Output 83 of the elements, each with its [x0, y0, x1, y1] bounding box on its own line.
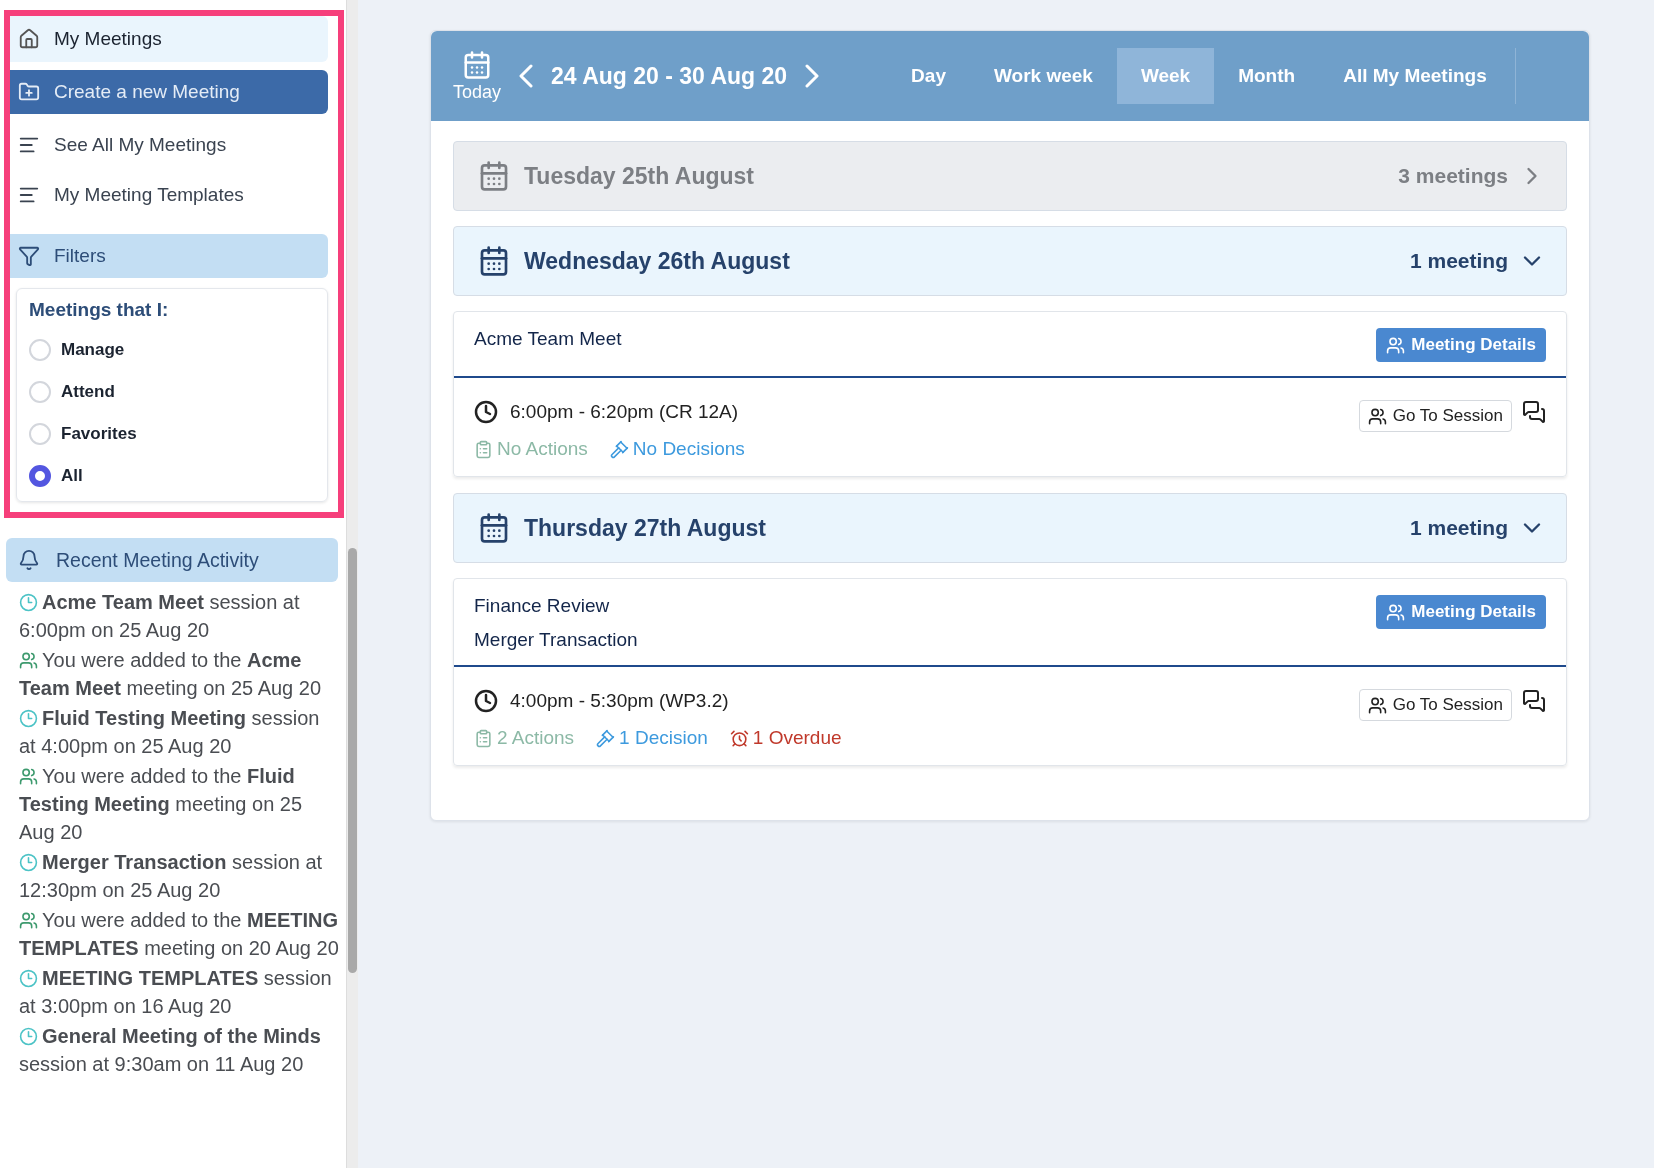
meeting-stat[interactable]: No Actions — [474, 438, 588, 460]
meeting-stat[interactable]: 2 Actions — [474, 727, 575, 749]
sidebar-item[interactable]: Create a new Meeting — [10, 70, 328, 114]
view-tab[interactable]: Month — [1214, 48, 1320, 104]
clipboard-icon — [474, 439, 493, 459]
calendar-icon — [478, 512, 510, 544]
users-icon — [1367, 406, 1387, 426]
clock-icon — [19, 1027, 38, 1046]
clock-icon — [19, 969, 38, 988]
chevron-right-icon — [805, 64, 820, 88]
today-button[interactable]: Today — [453, 49, 502, 103]
clock-icon — [474, 689, 498, 713]
date-range: 24 Aug 20 - 30 Aug 20 — [551, 62, 788, 90]
chat-icon — [1522, 400, 1546, 424]
filter-icon — [18, 245, 40, 267]
users-icon — [19, 911, 38, 930]
folder-plus-icon — [18, 81, 40, 103]
meeting-stat[interactable]: No Decisions — [609, 438, 745, 460]
meeting-title: Finance Review — [474, 595, 611, 617]
go-to-session-button[interactable]: Go To Session — [1358, 400, 1512, 432]
clipboard-icon — [474, 728, 493, 748]
view-tab[interactable]: Work week — [969, 48, 1117, 104]
day-title: Tuesday 25th August — [524, 162, 756, 190]
view-tab[interactable]: All My Meetings — [1319, 48, 1511, 104]
activity-item: Acme Team Meet session at 6:00pm on 25 Aug 20 — [18, 590, 301, 643]
calendar-icon — [478, 160, 510, 192]
meeting-stat[interactable]: 1 Overdue — [729, 727, 842, 749]
activity-header: Recent Meeting Activity — [6, 538, 338, 582]
radio-label: Attend — [61, 382, 115, 402]
day-header[interactable]: Wednesday 26th August 1 meeting — [453, 226, 1567, 296]
day-header[interactable]: Tuesday 25th August 3 meetings — [453, 141, 1567, 211]
day-title: Thursday 27th August — [524, 514, 767, 542]
users-icon — [1386, 335, 1406, 355]
calendar-icon — [478, 245, 510, 277]
meeting-count: 1 meeting — [1409, 249, 1508, 273]
gavel-icon — [609, 439, 629, 459]
meeting-count: 3 meetings — [1398, 164, 1508, 188]
alarm-clock-icon — [729, 728, 749, 748]
radio-label: Manage — [61, 340, 125, 360]
users-icon — [1367, 695, 1387, 715]
activity-item: Merger Transaction session at 12:30pm on 25 Aug 20 — [18, 850, 324, 903]
chat-button[interactable] — [1522, 689, 1546, 713]
meeting-title: Acme Team Meet — [474, 328, 622, 350]
chat-icon — [1522, 689, 1546, 713]
home-icon — [18, 28, 40, 50]
users-icon — [19, 767, 38, 786]
clock-icon — [19, 853, 38, 872]
previous-button[interactable] — [519, 64, 534, 88]
meeting-stat[interactable]: 1 Decision — [596, 727, 708, 749]
day-header[interactable]: Thursday 27th August 1 meeting — [453, 493, 1567, 563]
meeting-time: 4:00pm - 5:30pm (WP3.2) — [510, 690, 729, 712]
radio-label: Favorites — [61, 424, 137, 444]
meeting-details-button[interactable]: Meeting Details — [1376, 328, 1546, 362]
view-tab[interactable]: Day — [887, 48, 970, 104]
go-to-session-button[interactable]: Go To Session — [1358, 689, 1512, 721]
radio-button[interactable] — [29, 465, 51, 487]
chevron-left-icon — [519, 64, 534, 88]
scrollbar[interactable] — [346, 0, 358, 1168]
sidebar-item[interactable]: My Meeting Templates — [10, 170, 328, 220]
sidebar-item[interactable]: My Meetings — [10, 16, 328, 62]
gavel-icon — [596, 728, 616, 748]
sidebar-item[interactable]: See All My Meetings — [10, 120, 328, 170]
meeting-count: 1 meeting — [1409, 516, 1508, 540]
next-button[interactable] — [805, 64, 820, 88]
clock-icon — [19, 709, 38, 728]
users-icon — [1386, 602, 1406, 622]
clock-icon — [19, 593, 38, 612]
activity-item: General Meeting of the Minds session at 9:30am on 11 Aug 20 — [18, 1024, 322, 1077]
view-tab[interactable]: Week — [1116, 48, 1215, 104]
users-icon — [19, 651, 38, 670]
radio-label: All — [61, 466, 83, 486]
filters-header[interactable]: Filters — [10, 234, 328, 278]
meeting-time: 6:00pm - 6:20pm (CR 12A) — [510, 401, 739, 423]
chat-button[interactable] — [1522, 400, 1546, 424]
meeting-title: Merger Transaction — [474, 629, 638, 651]
day-title: Wednesday 26th August — [524, 247, 791, 275]
activity-item: Fluid Testing Meeting session at 4:00pm on 25 Aug 20 — [18, 706, 321, 759]
filter-heading: Meetings that I: — [29, 299, 170, 321]
activity-item: MEETING TEMPLATES session at 3:00pm on 16 Aug 20 — [18, 966, 333, 1019]
clock-icon — [474, 400, 498, 424]
calendar-icon — [462, 49, 492, 80]
meeting-details-button[interactable]: Meeting Details — [1376, 595, 1546, 629]
bell-icon — [18, 549, 40, 571]
